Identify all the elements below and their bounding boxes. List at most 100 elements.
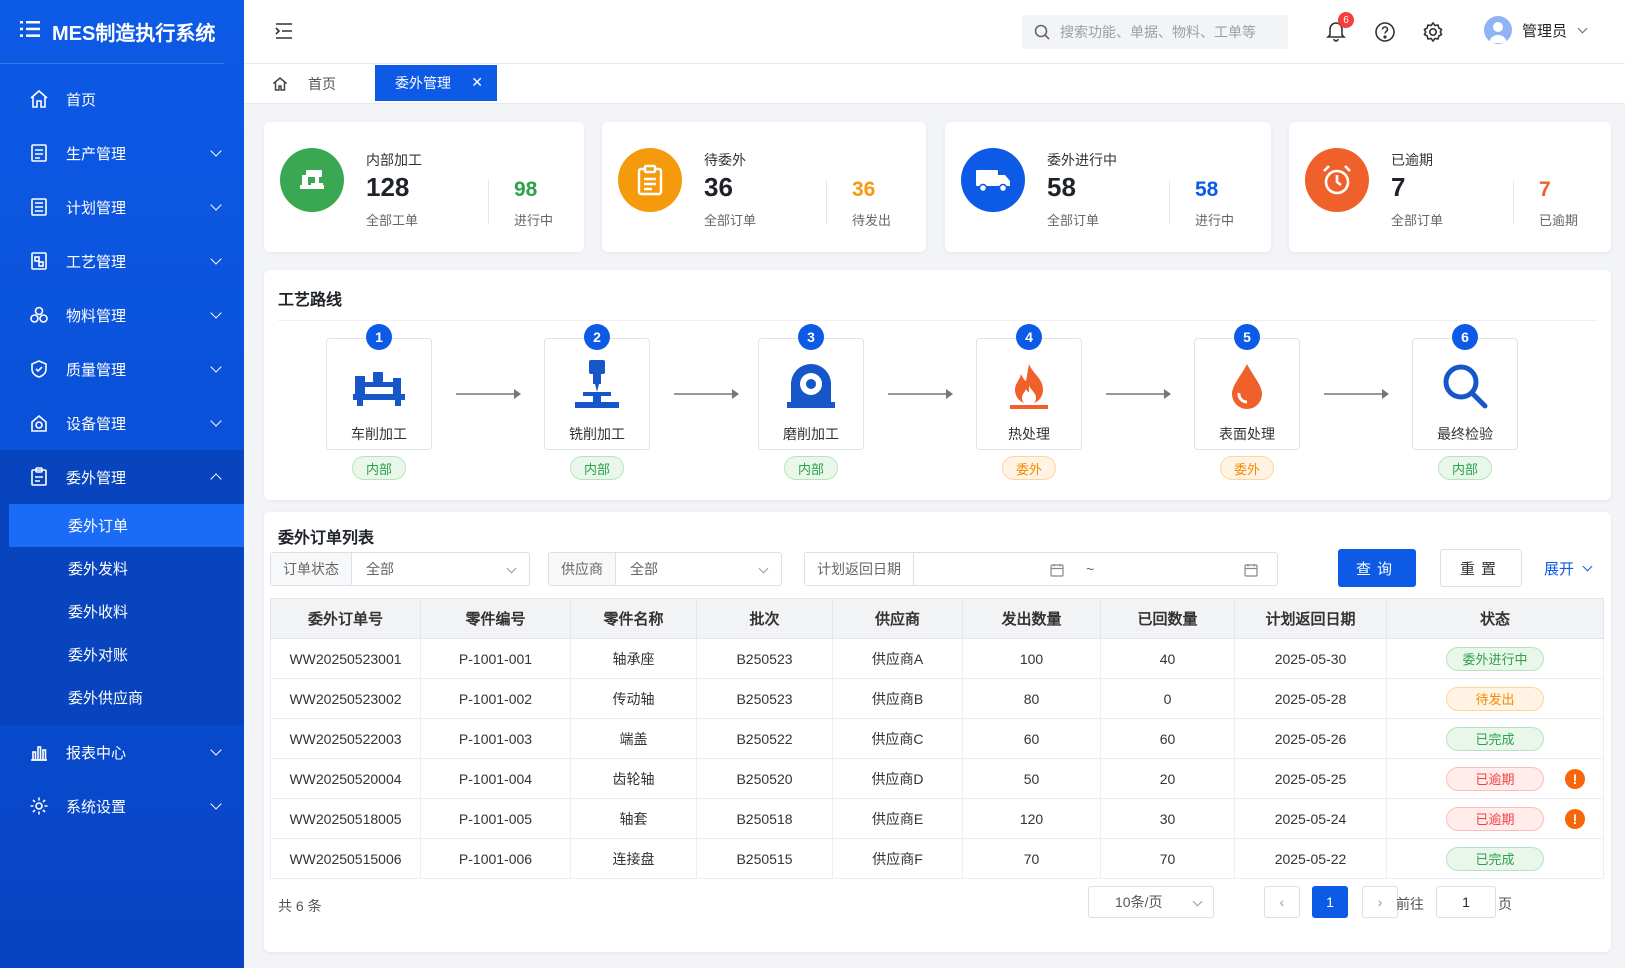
help-icon[interactable] [1374,21,1396,46]
column-header[interactable]: 状态 [1386,598,1604,639]
stat-label: 委外进行中 [1047,152,1117,168]
supplier-filter[interactable]: 供应商 全部 [548,552,782,586]
table-cell: 60 [1100,718,1235,759]
tab-home[interactable]: 首页 [272,74,336,94]
status-badge: 已逾期 [1446,766,1544,791]
close-icon[interactable]: ✕ [471,74,483,91]
stat-value-secondary: 7 [1539,178,1551,201]
sidebar-item-home[interactable]: 首页 [0,72,244,126]
divider [278,320,1597,321]
table-cell: B250520 [696,758,833,799]
column-header[interactable]: 委外订单号 [270,598,421,639]
table-cell: P-1001-001 [420,638,571,679]
status-filter[interactable]: 订单状态 全部 [270,552,530,586]
query-button[interactable]: 查询 [1338,549,1416,587]
table-cell: WW20250520004 [270,758,421,799]
step-tag: 委外 [1220,456,1274,480]
calendar-icon[interactable] [1050,563,1064,577]
stat-sub-secondary: 进行中 [1195,213,1235,228]
home-icon [28,88,50,110]
goto-page-input[interactable]: 1 [1436,886,1496,918]
submenu-item-outsource-reconcile[interactable]: 委外对账 [0,633,244,676]
sidebar-item-label: 设备管理 [66,415,127,433]
calendar-icon[interactable] [1244,563,1258,577]
stat-sub-secondary: 待发出 [852,213,892,228]
chevron-right-icon: › [1377,894,1383,910]
sidebar-item-settings[interactable]: 系统设置 [0,779,244,833]
table-row[interactable]: WW20250518005 P-1001-005 轴套 B250518 供应商E 120 3… [270,798,1604,839]
search-placeholder: 搜索功能、单据、物料、工单等 [1060,24,1256,40]
sidebar-item-process[interactable]: 工艺管理 [0,234,244,288]
next-page-button[interactable]: › [1362,886,1398,918]
column-header[interactable]: 零件名称 [570,598,697,639]
stat-sub: 全部订单 [1391,213,1444,228]
avatar [1484,16,1512,44]
menu-fold-icon[interactable] [274,22,294,43]
stat-value: 36 [704,172,733,202]
sidebar-item-production[interactable]: 生产管理 [0,126,244,180]
stat-card-pending: 待委外 36 全部订单 36 待发出 [602,122,926,252]
column-header[interactable]: 计划返回日期 [1234,598,1387,639]
column-header[interactable]: 发出数量 [962,598,1101,639]
table-cell: 供应商A [832,638,963,679]
sidebar-item-plan[interactable]: 计划管理 [0,180,244,234]
search-input[interactable]: 搜索功能、单据、物料、工单等 [1022,15,1288,49]
sidebar-item-report[interactable]: 报表中心 [0,725,244,779]
table-row[interactable]: WW20250523001 P-1001-001 轴承座 B250523 供应商A 100… [270,638,1604,679]
table-cell: B250522 [696,718,833,759]
stat-value: 7 [1391,172,1406,202]
reset-button[interactable]: 重置 [1440,549,1522,587]
page-number-button[interactable]: 1 [1312,886,1348,918]
prev-page-button[interactable]: ‹ [1264,886,1300,918]
column-header[interactable]: 零件编号 [420,598,571,639]
table-cell: 30 [1100,798,1235,839]
stat-label: 已逾期 [1391,152,1433,168]
page-word: 页 [1498,896,1512,912]
status-cell: 已完成 [1386,838,1604,879]
column-header[interactable]: 供应商 [832,598,963,639]
table-cell: 80 [962,678,1101,719]
submenu-item-outsource-supplier[interactable]: 委外供应商 [0,676,244,719]
machine-icon [280,148,344,212]
tab-outsource[interactable]: 委外管理 ✕ [375,65,497,101]
warning-icon[interactable]: ! [1565,769,1585,789]
table-row[interactable]: WW20250522003 P-1001-003 端盖 B250522 供应商C 60 60… [270,718,1604,759]
page-size-select[interactable]: 10条/页 [1088,886,1214,918]
sidebar-item-material[interactable]: 物料管理 [0,288,244,342]
lathe-icon [349,360,409,412]
submenu-item-outsource-issue[interactable]: 委外发料 [0,547,244,590]
sidebar-item-quality[interactable]: 质量管理 [0,342,244,396]
table-cell: 供应商D [832,758,963,799]
outsource-icon [28,466,50,488]
step-tag: 委外 [1002,456,1056,480]
equipment-icon [28,412,50,434]
user-menu[interactable]: 管理员 [1484,16,1588,44]
column-header[interactable]: 已回数量 [1100,598,1235,639]
sidebar-item-outsource[interactable]: 委外管理 [0,450,244,504]
chevron-down-icon [210,253,222,265]
sidebar-item-equipment[interactable]: 设备管理 [0,396,244,450]
step-name: 热处理 [1008,426,1050,442]
table-row[interactable]: WW20250523002 P-1001-002 传动轴 B250523 供应商B 80 0… [270,678,1604,719]
table-cell: P-1001-005 [420,798,571,839]
step-tag: 内部 [352,456,406,480]
table-row[interactable]: WW20250515006 P-1001-006 连接盘 B250515 供应商F 70 7… [270,838,1604,879]
table-cell: WW20250518005 [270,798,421,839]
table-cell: 2025-05-28 [1234,678,1387,719]
tab-home-label: 首页 [308,76,336,92]
table-cell: 2025-05-25 [1234,758,1387,799]
status-badge: 已完成 [1446,726,1544,751]
top-header: 搜索功能、单据、物料、工单等 6 管理员 [244,0,1625,64]
table-row[interactable]: WW20250520004 P-1001-004 齿轮轴 B250520 供应商D 50 2… [270,758,1604,799]
submenu-item-outsource-receive[interactable]: 委外收料 [0,590,244,633]
submenu-item-outsource-order[interactable]: 委外订单 [9,504,244,547]
expand-button[interactable]: 展开 [1544,558,1593,579]
column-header[interactable]: 批次 [696,598,833,639]
gear-icon[interactable] [1422,21,1444,46]
date-range-filter[interactable]: 计划返回日期 ~ [804,552,1278,586]
grinding-icon [781,360,841,412]
step-tag: 内部 [784,456,838,480]
warning-icon[interactable]: ! [1565,809,1585,829]
table-cell: B250515 [696,838,833,879]
chevron-down-icon [210,744,222,756]
